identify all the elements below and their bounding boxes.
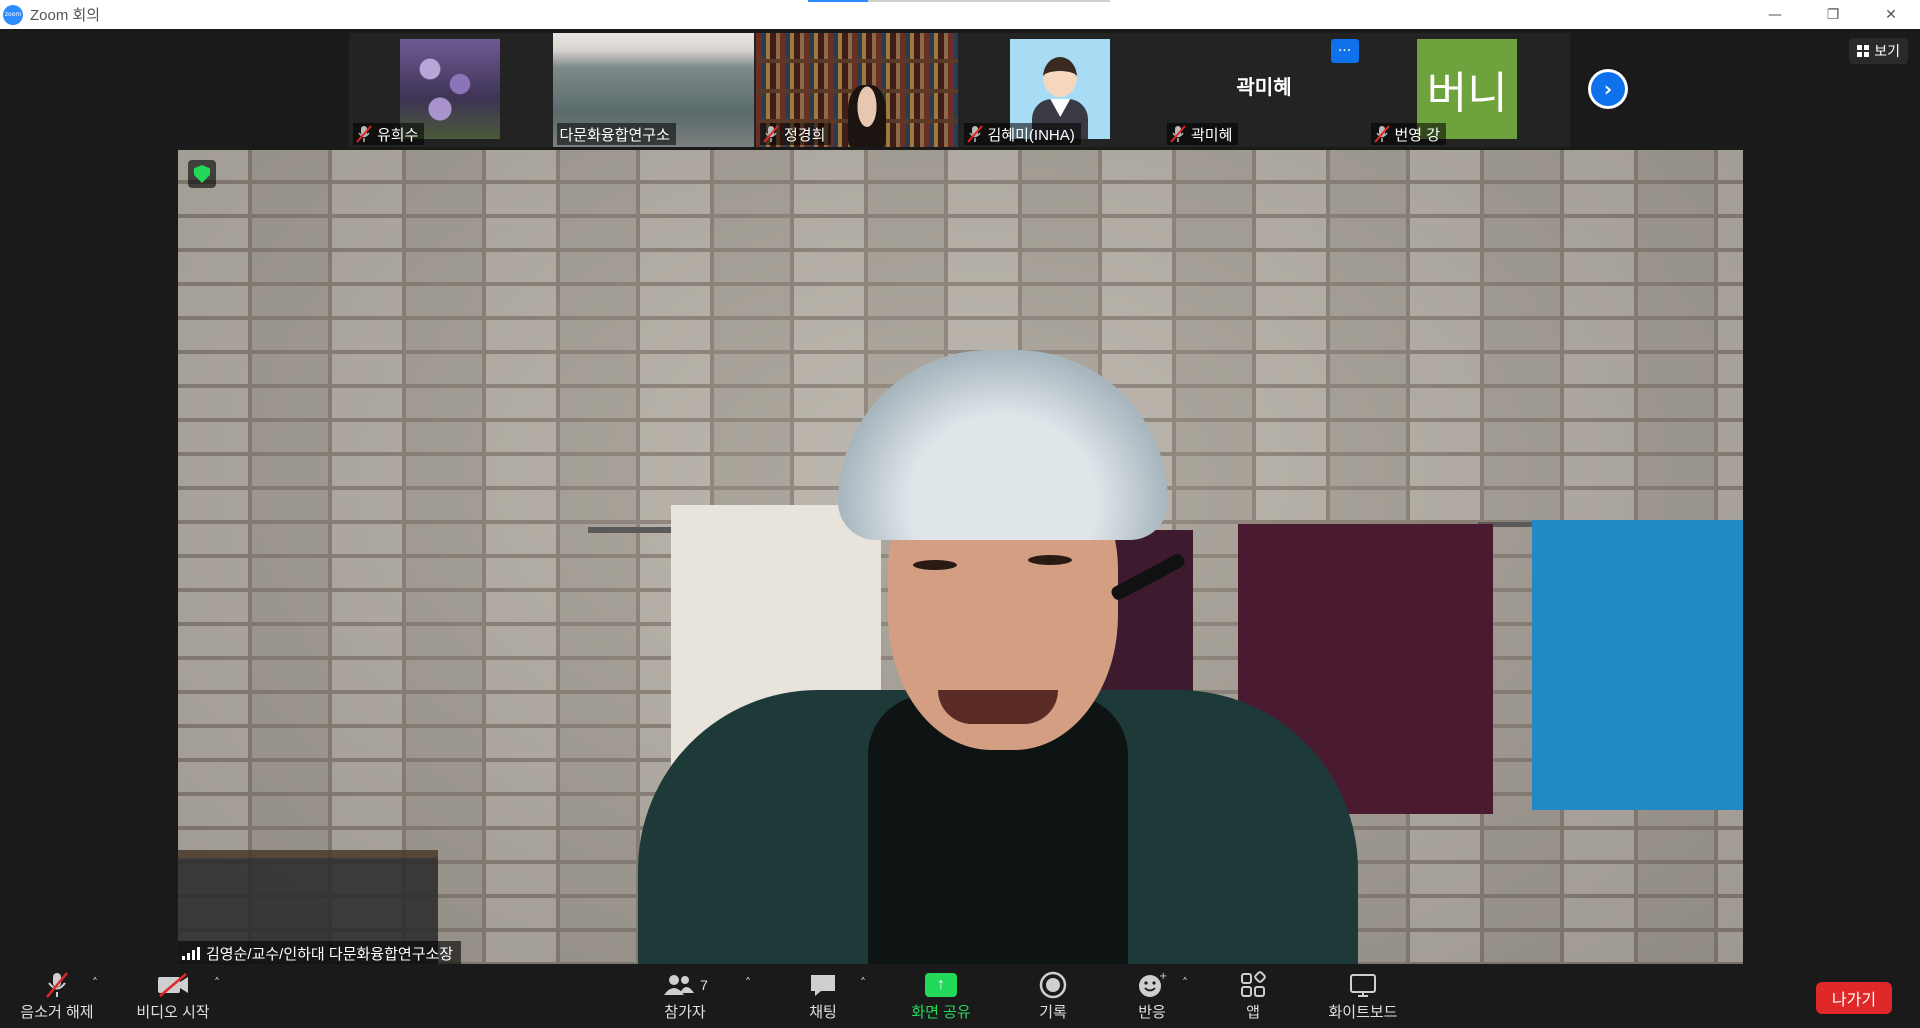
share-screen-label: 화면 공유	[911, 1004, 971, 1021]
leave-button[interactable]: 나가기	[1816, 982, 1892, 1014]
mic-muted-icon	[1373, 125, 1390, 143]
minimize-icon[interactable]: —	[1746, 0, 1804, 29]
svg-text:+: +	[1159, 971, 1167, 982]
participant-tile[interactable]: 버니 번영 강	[1366, 33, 1568, 147]
participant-name-tag: 다문화융합연구소	[556, 123, 676, 145]
avatar-head	[1043, 57, 1078, 97]
participant-face	[848, 85, 886, 147]
participant-name-tag: 곽미혜	[1167, 123, 1239, 145]
active-speaker-video[interactable]: 김영순/교수/인하대 다문화융합연구소장	[178, 150, 1743, 965]
participant-name-tag: 번영 강	[1370, 123, 1447, 145]
more-options-button[interactable]: ···	[1330, 39, 1359, 63]
mic-muted-icon	[966, 125, 983, 143]
speaker-name: 김영순/교수/인하대 다문화융합연구소장	[206, 945, 454, 963]
unmute-label: 음소거 해제	[20, 1004, 94, 1021]
whiteboard-icon	[1348, 970, 1378, 999]
reactions-options-caret-icon[interactable]: ˄	[1182, 976, 1188, 990]
participant-name-tag: 김혜미(INHA)	[963, 123, 1081, 145]
participant-name-tag: 정경희	[760, 123, 832, 145]
participant-name-tag: 유희수	[353, 123, 425, 145]
record-icon	[1039, 970, 1067, 999]
view-label: 보기	[1874, 43, 1900, 59]
apps-icon	[1239, 970, 1267, 999]
chat-icon	[808, 970, 838, 999]
window-controls: — ❐ ✕	[1746, 0, 1920, 29]
participants-label: 참가자	[664, 1004, 706, 1021]
view-button[interactable]: 보기	[1849, 38, 1908, 64]
participant-strip: 유희수 다문화융합연구소 정경희 김혜미(INHA) 곽미혜 ··· 곽미혜 버…	[349, 33, 1570, 147]
audio-options-caret-icon[interactable]: ˄	[92, 976, 98, 990]
mic-muted-icon	[763, 125, 779, 143]
participant-name: 다문화융합연구소	[559, 126, 670, 144]
speaker-mouth	[938, 690, 1058, 724]
participant-name: 정경희	[784, 126, 826, 144]
restore-icon[interactable]: ❐	[1804, 0, 1862, 29]
signal-bars-icon	[182, 946, 200, 960]
shield-check-icon	[194, 165, 210, 183]
zoom-logo-icon: zoom	[3, 4, 23, 25]
security-badge[interactable]	[188, 160, 216, 188]
window-title: Zoom 회의	[30, 7, 101, 24]
participant-name: 김혜미(INHA)	[987, 126, 1075, 144]
mic-muted-icon	[42, 970, 72, 999]
title-accent-bar	[808, 0, 868, 2]
meeting-stage: 유희수 다문화융합연구소 정경희 김혜미(INHA) 곽미혜 ··· 곽미혜 버…	[0, 29, 1920, 965]
reactions-label: 반응	[1138, 1004, 1166, 1021]
whiteboard-button[interactable]: 화이트보드	[1308, 970, 1418, 1022]
blue-canvas	[1532, 520, 1743, 810]
participant-tile[interactable]: 다문화융합연구소	[552, 33, 754, 147]
apps-label: 앱	[1246, 1004, 1260, 1021]
participants-button[interactable]: 7 참가자	[630, 970, 740, 1022]
participants-count: 7	[700, 976, 708, 993]
speaker-eye	[913, 560, 957, 570]
mic-muted-icon	[1170, 125, 1186, 143]
share-screen-icon-wrap: ↑	[925, 970, 957, 999]
chevron-right-icon: ›	[1591, 72, 1625, 106]
participant-tile[interactable]: 유희수	[349, 33, 551, 147]
participant-name: 번영 강	[1394, 126, 1441, 144]
next-page-button[interactable]: ›	[1588, 69, 1628, 109]
record-label: 기록	[1039, 1004, 1067, 1021]
participant-tile[interactable]: 김혜미(INHA)	[959, 33, 1161, 147]
share-screen-icon: ↑	[925, 972, 957, 997]
participant-tile[interactable]: 곽미혜 ··· 곽미혜	[1163, 33, 1365, 147]
participant-name: 유희수	[377, 126, 419, 144]
participant-tile[interactable]: 정경희	[756, 33, 958, 147]
chat-label: 채팅	[809, 1004, 837, 1021]
title-accent-bar-gray	[868, 0, 1110, 2]
speaker-eye	[1028, 555, 1072, 565]
apps-button[interactable]: 앱	[1198, 970, 1308, 1022]
whiteboard-label: 화이트보드	[1328, 1004, 1398, 1021]
start-video-button[interactable]: 비디오 시작	[118, 970, 228, 1022]
reactions-button[interactable]: + 반응	[1097, 970, 1207, 1022]
participants-options-caret-icon[interactable]: ˄	[745, 976, 751, 990]
start-video-label: 비디오 시작	[136, 1004, 210, 1021]
participant-display-name: 곽미혜	[1236, 77, 1292, 99]
title-bar: zoom Zoom 회의 — ❐ ✕	[0, 0, 1920, 29]
chat-options-caret-icon[interactable]: ˄	[860, 976, 866, 990]
video-off-icon	[156, 970, 190, 999]
grid-icon	[1857, 45, 1870, 57]
smiley-icon: +	[1137, 970, 1167, 999]
participant-name: 곽미혜	[1191, 126, 1233, 144]
speaker-name-tag: 김영순/교수/인하대 다문화융합연구소장	[178, 941, 462, 965]
mic-muted-icon	[356, 125, 372, 143]
participants-icon: 7	[662, 970, 708, 999]
record-button[interactable]: 기록	[998, 970, 1108, 1022]
meeting-toolbar: 음소거 해제 ˄ 비디오 시작 ˄ 7 참가자 ˄ 채팅 ˄ ↑ 화면 공유 기…	[0, 964, 1920, 1028]
close-icon[interactable]: ✕	[1862, 0, 1920, 29]
share-screen-button[interactable]: ↑ 화면 공유	[886, 970, 996, 1022]
video-options-caret-icon[interactable]: ˄	[214, 976, 220, 990]
